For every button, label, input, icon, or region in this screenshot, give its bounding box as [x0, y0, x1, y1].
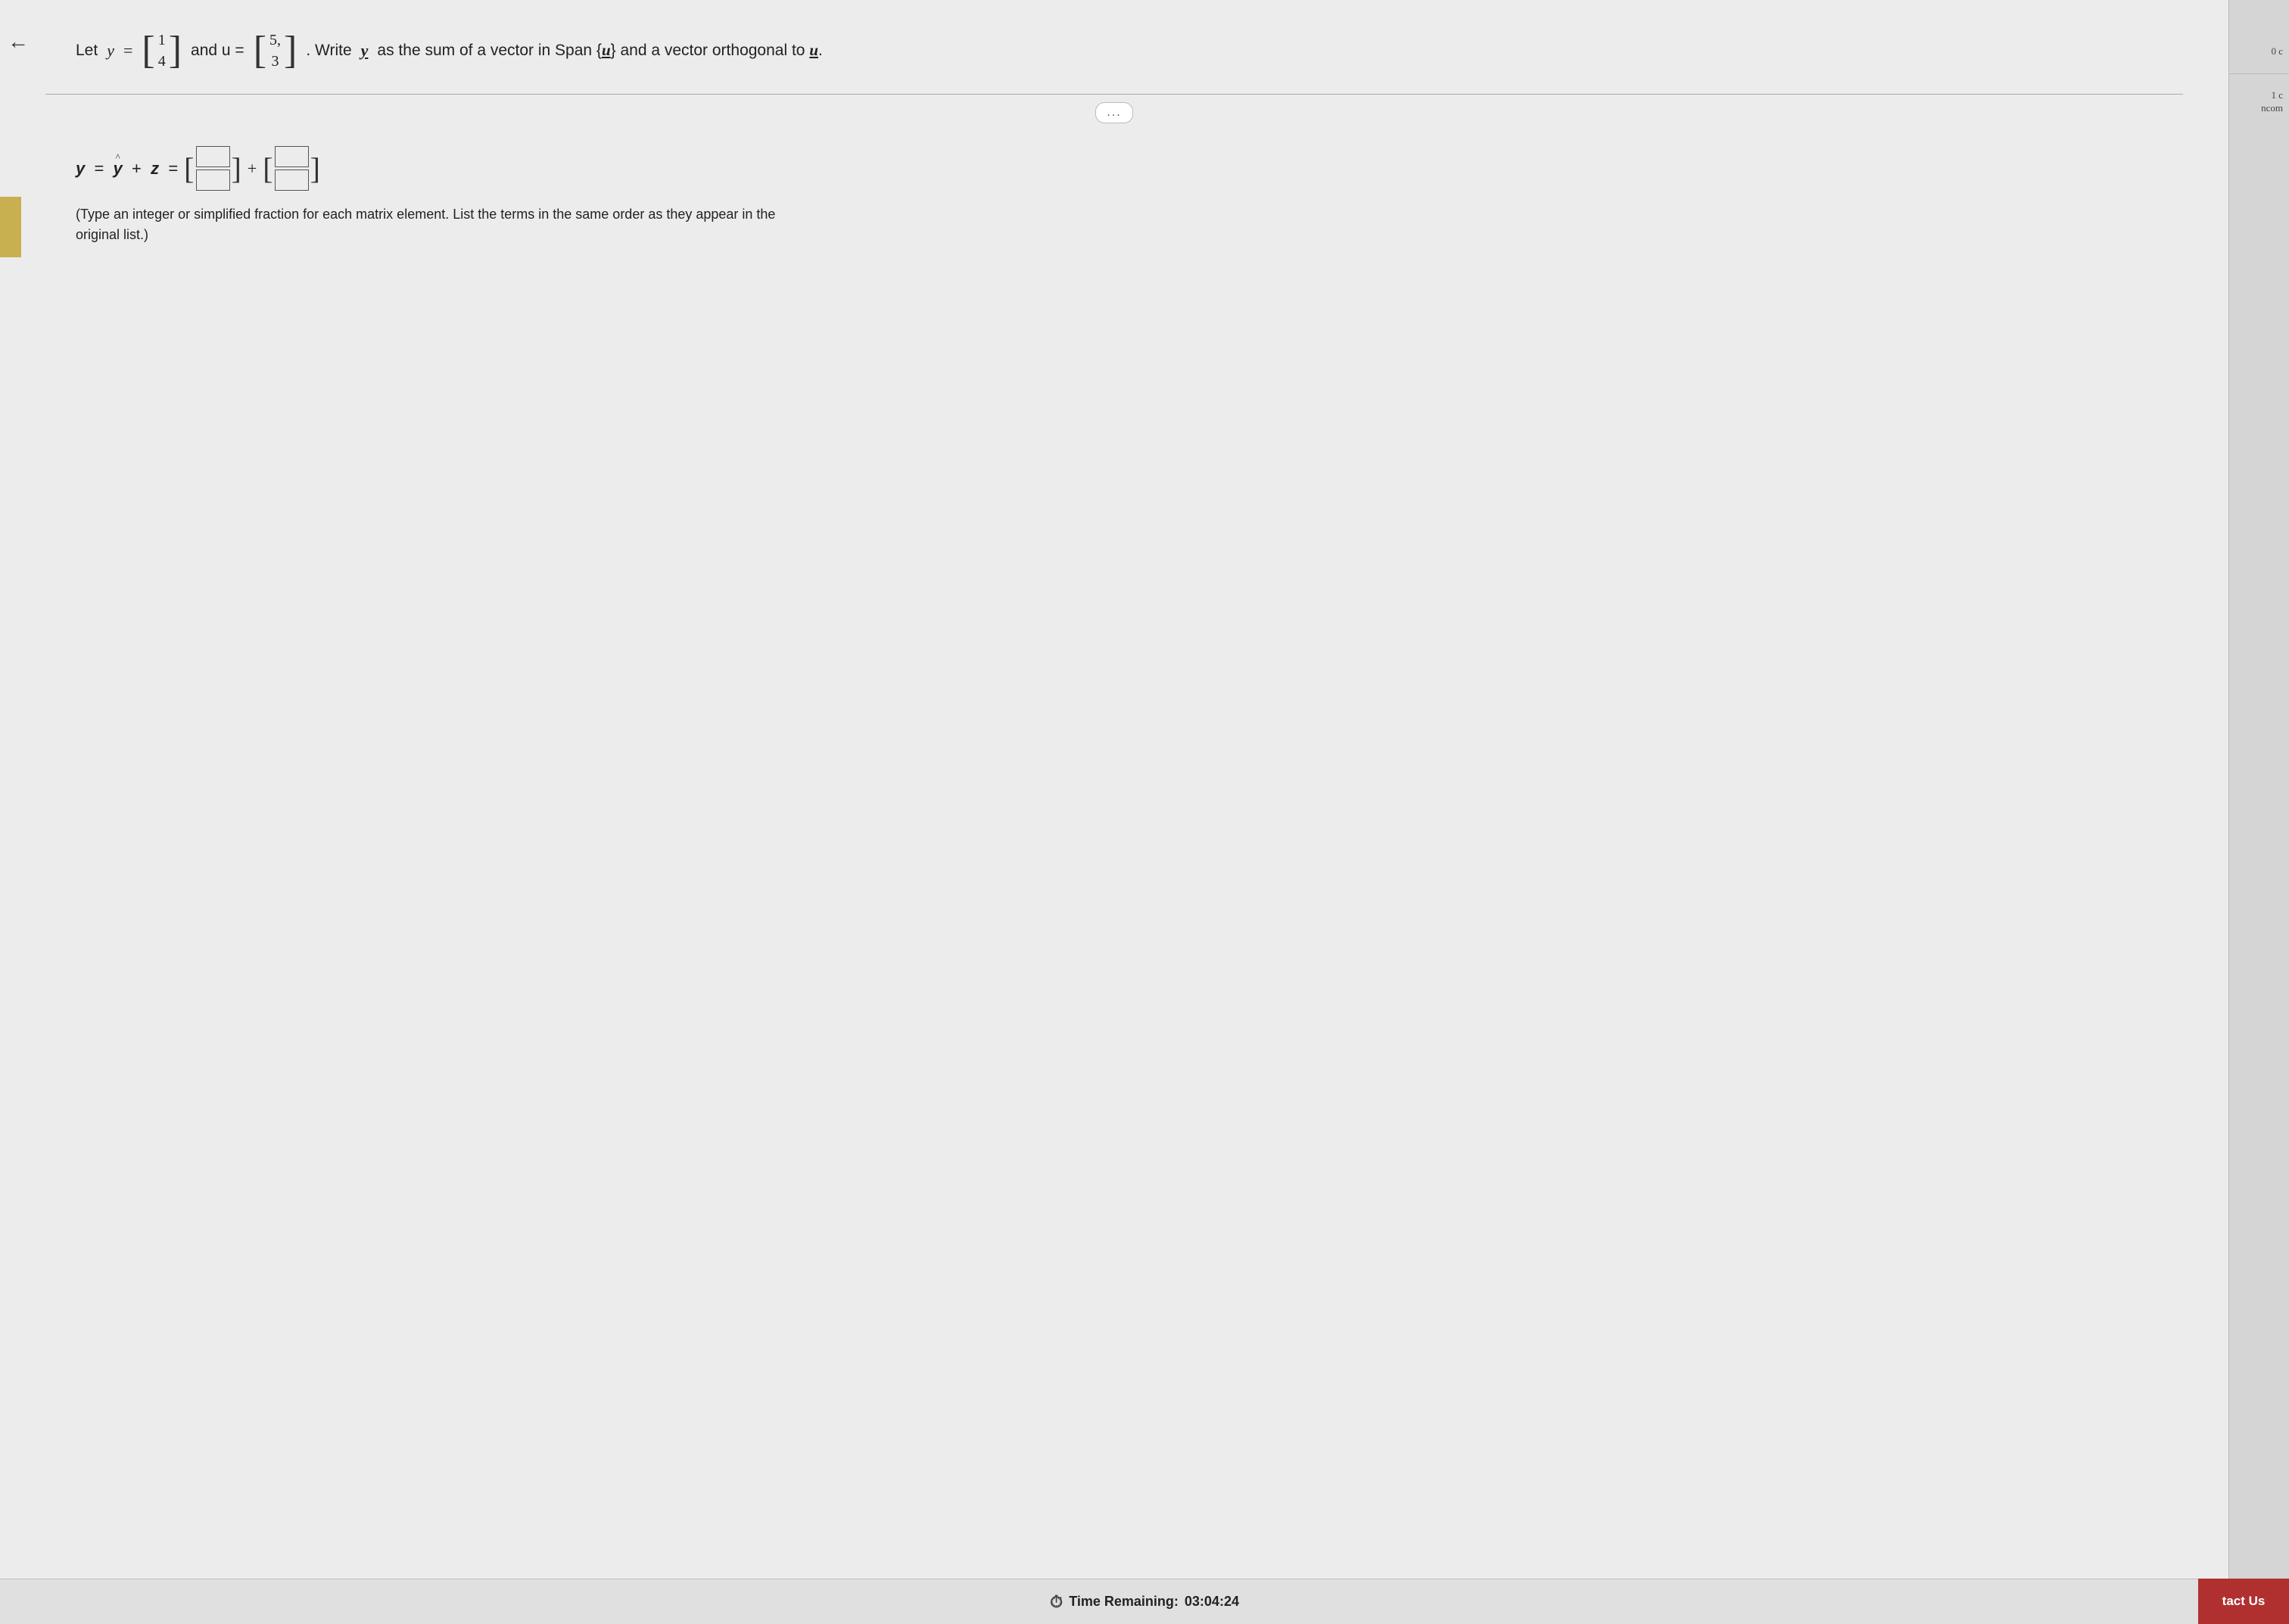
main-content: Let y = [ 1 4 ] and u = [ 5, 3 ] . Write…: [0, 0, 2228, 1624]
bracket-right-input2: ]: [310, 154, 320, 184]
answer-section: y = ^ y + z = [ ] +: [45, 123, 2183, 245]
bracket-left-input1: [: [184, 154, 194, 184]
y-bold: y: [361, 39, 369, 63]
equation-row: y = ^ y + z = [ ] +: [76, 146, 2183, 191]
matrix-inputs-2: [275, 146, 309, 191]
equals-sign: =: [123, 39, 132, 63]
time-remaining: ⏱ Time Remaining: 03:04:24: [1050, 1592, 1239, 1612]
question-header: Let y = [ 1 4 ] and u = [ 5, 3 ] . Write…: [45, 15, 2183, 86]
matrix1-input-row2[interactable]: [196, 170, 230, 191]
bottom-bar: ⏱ Time Remaining: 03:04:24: [0, 1579, 2289, 1624]
u-matrix: [ 5, 3 ]: [254, 30, 297, 71]
and-u-text: and u =: [191, 39, 244, 61]
sidebar-text-1: 1 c: [2271, 89, 2283, 101]
matrix-inputs-1: [196, 146, 230, 191]
contact-us-button[interactable]: tact Us: [2198, 1579, 2289, 1624]
sidebar-item-1: 1 c ncom: [2229, 74, 2289, 130]
first-input-matrix: [ ]: [184, 146, 241, 191]
yellow-tab: [0, 197, 21, 257]
y-matrix: [ 1 4 ]: [142, 30, 182, 71]
matrix2-input-row1[interactable]: [275, 146, 309, 167]
time-value: 03:04:24: [1185, 1594, 1239, 1610]
bracket-left-y: [: [142, 31, 154, 70]
let-text: Let: [76, 39, 98, 61]
time-label: Time Remaining:: [1069, 1594, 1179, 1610]
bracket-left-input2: [: [263, 154, 272, 184]
y-matrix-row1: 1: [158, 30, 166, 50]
ellipsis-button[interactable]: ...: [1095, 102, 1132, 123]
sidebar-item-0: 0 c: [2229, 0, 2289, 74]
back-arrow[interactable]: ←: [8, 30, 29, 54]
bracket-right-u: ]: [284, 31, 297, 70]
instruction-span: as the sum of a vector in Span {u} and a…: [377, 39, 822, 61]
bracket-left-u: [: [254, 31, 266, 70]
u-matrix-row1: 5,: [269, 30, 281, 50]
y-matrix-values: 1 4: [158, 30, 166, 71]
y-matrix-row2: 4: [158, 51, 166, 71]
right-sidebar: 0 c 1 c ncom: [2228, 0, 2289, 1624]
y-variable: y: [107, 39, 114, 63]
sidebar-text-2: ncom: [2261, 102, 2283, 114]
matrix2-input-row2[interactable]: [275, 170, 309, 191]
sidebar-text-0: 0 c: [2271, 45, 2283, 57]
plus-sign: +: [248, 159, 257, 179]
second-input-matrix: [ ]: [263, 146, 320, 191]
u-matrix-values: 5, 3: [269, 30, 281, 71]
bracket-right-input1: ]: [232, 154, 241, 184]
matrix1-input-row1[interactable]: [196, 146, 230, 167]
bracket-right-y: ]: [169, 31, 182, 70]
clock-icon: ⏱: [1050, 1592, 1063, 1612]
hint-text: (Type an integer or simplified fraction …: [76, 204, 2183, 245]
equation-prefix: y = ^ y + z =: [76, 159, 178, 179]
instruction-write: . Write: [306, 39, 351, 61]
divider-line: [45, 94, 2183, 95]
u-matrix-row2: 3: [272, 51, 279, 71]
